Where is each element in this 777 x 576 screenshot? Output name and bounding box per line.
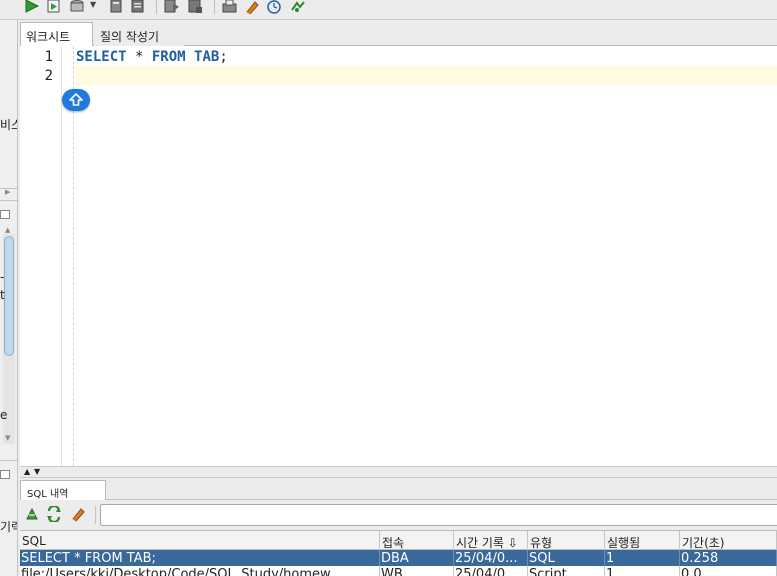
history-toolbar xyxy=(20,500,777,530)
chevron-down-icon[interactable]: ▼ xyxy=(90,0,106,14)
chevron-down-icon[interactable]: ▼ xyxy=(34,468,40,476)
current-line-highlight xyxy=(75,66,777,85)
sql-semicolon: ; xyxy=(219,49,228,65)
worksheet-tabs: 워크시트 질의 작성기 xyxy=(20,20,777,46)
minimize-icon[interactable] xyxy=(0,470,10,479)
append-to-worksheet-icon[interactable] xyxy=(24,506,40,522)
explain-plan-icon[interactable] xyxy=(130,0,146,14)
panel-divider xyxy=(0,460,17,461)
column-header-sql[interactable]: SQL xyxy=(20,531,380,550)
table-row[interactable]: SELECT * FROM TAB; DBA 25/04/0... SQL 1 … xyxy=(20,550,777,566)
toolbar-separator xyxy=(214,0,215,14)
run-statement-icon[interactable] xyxy=(24,0,40,14)
print-icon[interactable] xyxy=(222,0,238,14)
sql-history-panel: SQL 내역 SQL 접속 시간 기록 ⇩ 유형 실행됨 기간(초) SELEC… xyxy=(20,478,777,576)
cell-connection: DBA xyxy=(380,550,454,566)
toolbar-separator xyxy=(95,506,96,524)
format-sql-icon[interactable] xyxy=(290,0,306,14)
toolbar-separator xyxy=(156,0,157,14)
code-line-1[interactable]: SELECT * FROM TAB; xyxy=(76,49,228,65)
line-number: 2 xyxy=(44,68,53,84)
run-script-icon[interactable] xyxy=(46,0,62,14)
commit-icon[interactable] xyxy=(70,0,86,14)
cell-sql: file:/Users/kki/Desktop/Code/SQL_Study/h… xyxy=(20,566,380,576)
replace-worksheet-icon[interactable] xyxy=(46,504,62,524)
history-filter-input[interactable] xyxy=(100,504,777,526)
cell-duration: 0.258 xyxy=(680,550,777,566)
panel-divider xyxy=(0,200,17,201)
history-grid-header: SQL 접속 시간 기록 ⇩ 유형 실행됨 기간(초) xyxy=(20,530,777,550)
sql-identifier: TAB xyxy=(194,49,220,65)
sql-space xyxy=(186,49,194,65)
history-tab-bar: SQL 내역 xyxy=(20,478,777,500)
chevron-down-icon[interactable]: ▼ xyxy=(5,434,10,442)
column-header-type[interactable]: 유형 xyxy=(528,531,605,550)
left-panel-text-mid2: t xyxy=(0,288,5,302)
sql-history-clock-icon[interactable] xyxy=(266,0,282,14)
column-header-duration[interactable]: 기간(초) xyxy=(680,531,777,550)
sql-editor[interactable]: 1 2 SELECT * FROM TAB; xyxy=(20,46,777,466)
chevron-up-icon[interactable]: ▲ xyxy=(24,468,30,476)
editor-history-splitter[interactable]: ▲ ▼ xyxy=(20,466,777,478)
rollback-icon[interactable] xyxy=(108,0,124,14)
left-panel-text-bottom: 기력 xyxy=(0,520,17,534)
left-panel-scroll-thumb[interactable] xyxy=(4,236,14,356)
tab-sql-history[interactable]: SQL 내역 xyxy=(20,480,106,500)
arrow-up-icon xyxy=(69,93,83,106)
sql-tuning-icon[interactable] xyxy=(188,0,204,14)
scroll-to-top-button[interactable] xyxy=(62,89,90,111)
autotrace-icon[interactable] xyxy=(164,0,180,14)
line-number-gutter: 1 2 xyxy=(20,46,62,466)
cell-connection: WB xyxy=(380,566,454,576)
cell-executed: 1 xyxy=(605,550,680,566)
column-header-connection[interactable]: 접속 xyxy=(380,531,454,550)
tab-query-builder[interactable]: 질의 작성기 xyxy=(94,22,184,46)
clear-eraser-icon[interactable] xyxy=(244,0,260,15)
minimize-icon[interactable] xyxy=(0,210,10,219)
history-grid: SQL 접속 시간 기록 ⇩ 유형 실행됨 기간(초) SELECT * FRO… xyxy=(20,530,777,576)
cell-duration: 0.0 xyxy=(680,566,777,576)
chevron-up-icon[interactable]: ▲ xyxy=(5,226,10,234)
cell-sql: SELECT * FROM TAB; xyxy=(20,550,380,566)
left-panel-text-mid: - xyxy=(0,270,5,284)
cell-type: SQL xyxy=(528,550,605,566)
sql-keyword: SELECT xyxy=(76,49,127,65)
connections-panel-edge: 비스 ▶ ▲ - t e ▼ 기력 xyxy=(0,20,18,576)
cell-type: Script xyxy=(528,566,605,576)
line-number: 1 xyxy=(44,49,53,65)
left-panel-text-top: 비스 xyxy=(0,118,17,132)
left-panel-text-mid3: e xyxy=(0,408,8,422)
cell-executed: 1 xyxy=(605,566,680,576)
cell-timestamp: 25/04/0... xyxy=(454,550,528,566)
worksheet-toolbar: ▼ xyxy=(0,0,777,20)
chevron-right-icon[interactable]: ▶ xyxy=(5,188,10,196)
sql-keyword: FROM xyxy=(151,49,186,65)
column-header-timestamp[interactable]: 시간 기록 ⇩ xyxy=(454,531,528,550)
column-header-executed[interactable]: 실행됨 xyxy=(605,531,680,550)
cell-timestamp: 25/04/0 xyxy=(454,566,528,576)
table-row[interactable]: file:/Users/kki/Desktop/Code/SQL_Study/h… xyxy=(20,566,777,576)
tab-worksheet[interactable]: 워크시트 xyxy=(20,22,93,46)
sql-operator: * xyxy=(126,49,152,65)
sql-developer-window: ▼ 비스 ▶ ▲ xyxy=(0,0,777,576)
clear-history-eraser-icon[interactable] xyxy=(70,506,86,522)
